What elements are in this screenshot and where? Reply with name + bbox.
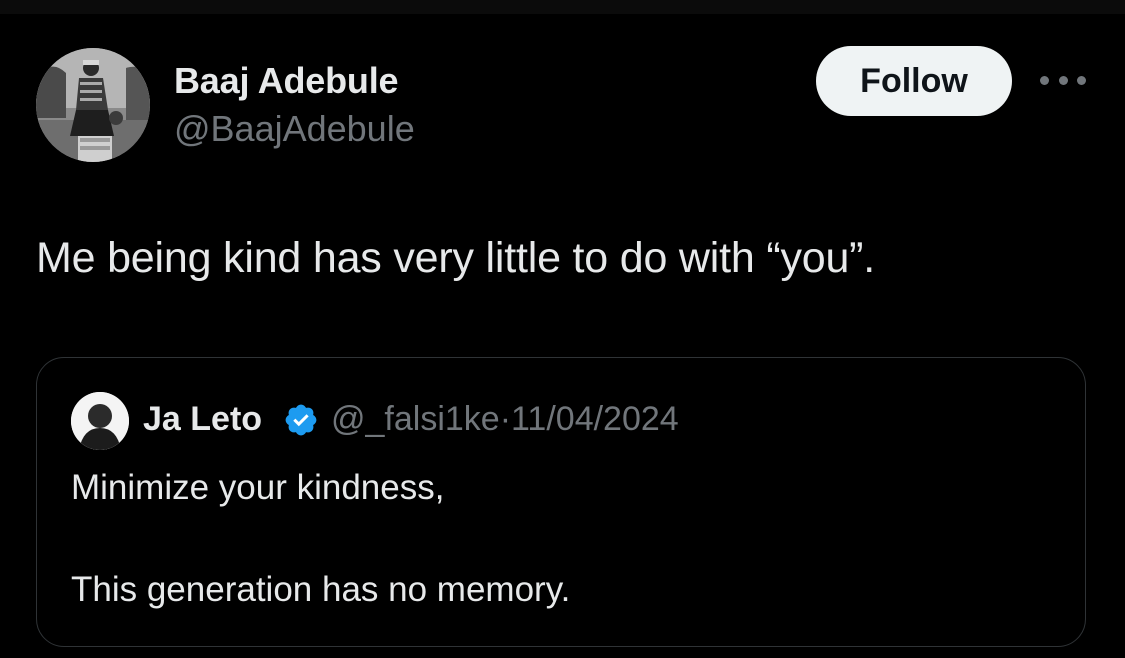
quoted-tweet-card[interactable]: Ja Leto @_falsi1ke·11/04/2024 Minimize y…	[36, 357, 1086, 647]
quoted-tweet-text-line: This generation has no memory.	[71, 570, 571, 609]
quoted-tweet-text-line: Minimize your kindness,	[71, 468, 445, 507]
quoted-author-avatar[interactable]	[71, 392, 129, 450]
author-name[interactable]: Baaj Adebule	[174, 60, 399, 102]
meta-separator: ·	[499, 400, 512, 438]
quoted-author-handle[interactable]: @_falsi1ke	[331, 400, 500, 438]
verified-badge-icon	[285, 404, 317, 436]
dot	[1040, 75, 1049, 85]
tweet-text: Me being kind has very little to do with…	[36, 234, 876, 282]
top-strip	[0, 0, 1125, 14]
avatar-image	[36, 48, 150, 162]
quoted-author-name[interactable]: Ja Leto	[143, 400, 262, 439]
dot	[1077, 75, 1086, 85]
author-avatar[interactable]	[36, 48, 150, 162]
follow-button[interactable]: Follow	[816, 46, 1012, 116]
dot	[1058, 75, 1068, 85]
author-handle[interactable]: @BaajAdebule	[174, 108, 415, 150]
quoted-tweet-date[interactable]: 11/04/2024	[511, 400, 679, 438]
quoted-author-meta: @_falsi1ke·11/04/2024	[331, 400, 679, 439]
quoted-avatar-image	[71, 392, 129, 450]
more-horizontal-icon[interactable]	[1040, 70, 1086, 90]
